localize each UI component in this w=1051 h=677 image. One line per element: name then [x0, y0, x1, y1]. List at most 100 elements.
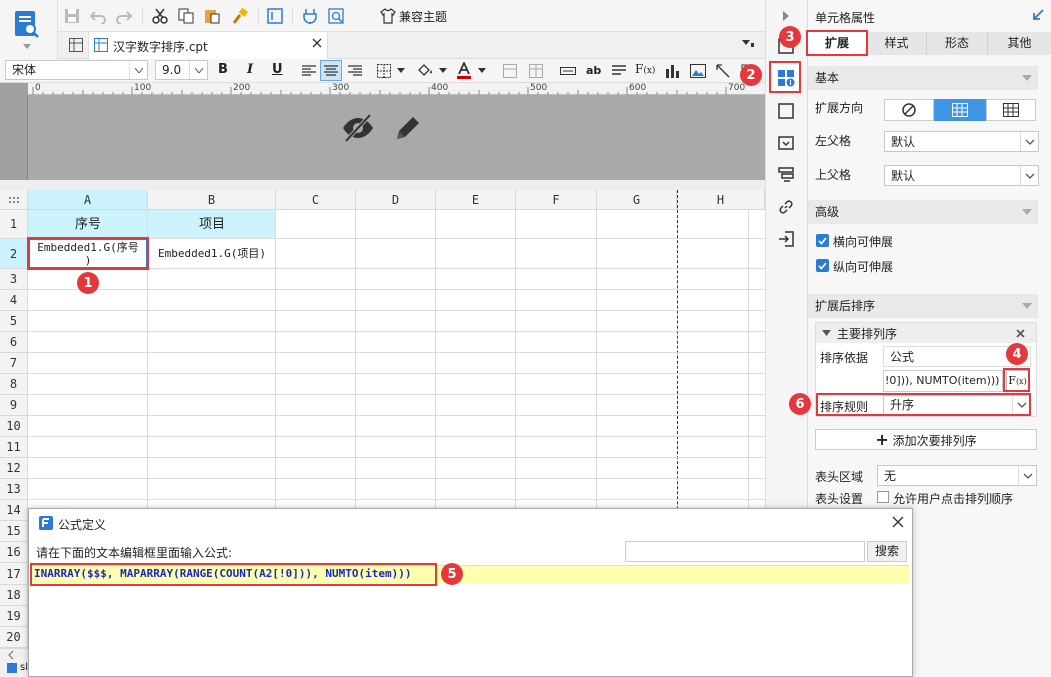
dialog-search-button[interactable]: 搜索 — [867, 541, 907, 562]
row-header-7[interactable]: 7 — [0, 353, 28, 374]
select-all-corner[interactable] — [0, 190, 28, 210]
row-header-4[interactable]: 4 — [0, 290, 28, 311]
format-painter-icon[interactable] — [230, 6, 250, 26]
font-color-dropdown-icon[interactable] — [477, 66, 487, 74]
dialog-close-icon[interactable] — [890, 514, 906, 530]
border-dropdown-icon[interactable] — [396, 66, 406, 74]
hide-eye-icon[interactable] — [338, 110, 378, 146]
row-header-13[interactable]: 13 — [0, 479, 28, 500]
split-cells-icon[interactable] — [526, 61, 546, 81]
row-header-12[interactable]: 12 — [0, 458, 28, 479]
image-icon[interactable] — [688, 61, 708, 81]
col-header-a[interactable]: A — [28, 190, 148, 210]
row-header-3[interactable]: 3 — [0, 269, 28, 290]
logo-dropdown-icon[interactable] — [22, 42, 32, 50]
align-left-icon[interactable] — [299, 61, 319, 81]
col-header-c[interactable]: C — [276, 190, 356, 210]
tab-other[interactable]: 其他 — [988, 32, 1051, 55]
theme-label[interactable]: 兼容主题 — [399, 8, 447, 25]
col-header-b[interactable]: B — [148, 190, 276, 210]
cell-element-icon[interactable] — [775, 100, 797, 122]
sheet-tab-label[interactable]: sl — [20, 662, 28, 673]
main-sort-collapse-icon[interactable] — [820, 327, 832, 339]
dialog-search-input[interactable] — [625, 541, 865, 562]
add-secondary-sort-button[interactable]: + 添加次要排列序 — [815, 429, 1037, 450]
header-area-select[interactable]: 无 — [877, 465, 1037, 486]
row-header-16[interactable]: 16 — [0, 542, 28, 563]
tab-form[interactable]: 形态 — [927, 32, 988, 55]
row-header-8[interactable]: 8 — [0, 374, 28, 395]
scroll-left-icon[interactable] — [4, 648, 18, 662]
direction-none-button[interactable] — [884, 99, 934, 121]
data-import-icon[interactable] — [775, 228, 797, 250]
widget-icon[interactable] — [775, 132, 797, 154]
cell-b1[interactable]: 项目 — [148, 210, 276, 239]
direction-vertical-button[interactable] — [934, 99, 986, 121]
insert-cell-icon[interactable] — [265, 6, 285, 26]
col-header-e[interactable]: E — [436, 190, 516, 210]
close-tab-icon[interactable] — [310, 36, 324, 50]
sort-formula-input[interactable]: !0])), NUMTO(item))) — [883, 370, 1003, 392]
border-icon[interactable] — [374, 61, 394, 81]
tab-menu-icon[interactable] — [740, 36, 756, 50]
merge-cells-icon[interactable] — [500, 61, 520, 81]
edit-pencil-icon[interactable] — [390, 110, 426, 146]
text-abbr-button[interactable]: ab — [586, 64, 601, 77]
align-center-icon[interactable] — [320, 60, 342, 81]
italic-button[interactable]: I — [247, 62, 253, 77]
theme-tshirt-icon[interactable] — [378, 6, 398, 26]
preview-search-icon[interactable] — [326, 6, 346, 26]
row-header-17[interactable]: 17 — [0, 563, 28, 585]
horizontal-expand-checkbox[interactable] — [816, 234, 829, 247]
row-header-11[interactable]: 11 — [0, 437, 28, 458]
row-header-6[interactable]: 6 — [0, 332, 28, 353]
row-header-10[interactable]: 10 — [0, 416, 28, 437]
hyperlink-icon[interactable] — [775, 196, 797, 218]
condition-attributes-icon[interactable] — [775, 164, 797, 186]
main-sort-close-icon[interactable] — [1014, 327, 1026, 339]
direction-horizontal-button[interactable] — [986, 99, 1036, 121]
header-setting-checkbox[interactable] — [877, 491, 889, 503]
row-header-9[interactable]: 9 — [0, 395, 28, 416]
row-header-18[interactable]: 18 — [0, 585, 28, 606]
fill-dropdown-icon[interactable] — [438, 66, 448, 74]
vertical-expand-checkbox[interactable] — [816, 259, 829, 272]
col-header-g[interactable]: G — [597, 190, 677, 210]
font-color-icon[interactable] — [454, 60, 474, 82]
fill-color-icon[interactable] — [414, 61, 436, 81]
copy-icon[interactable] — [176, 6, 196, 26]
cell-b2[interactable]: Embedded1.G(项目) — [148, 239, 276, 269]
row-header-14[interactable]: 14 — [0, 500, 28, 521]
top-parent-select[interactable]: 默认 — [884, 165, 1039, 186]
section-basic[interactable]: 基本 — [808, 66, 1038, 90]
paste-icon[interactable] — [202, 6, 222, 26]
row-header-19[interactable]: 19 — [0, 606, 28, 627]
row-header-2[interactable]: 2 — [0, 239, 28, 269]
col-header-f[interactable]: F — [516, 190, 597, 210]
paragraph-icon[interactable] — [609, 61, 629, 81]
row-header-15[interactable]: 15 — [0, 521, 28, 542]
sheet-grid-icon[interactable] — [66, 35, 86, 55]
template-logo-icon[interactable] — [14, 10, 40, 40]
panel-pin-icon[interactable] — [1030, 7, 1046, 23]
font-select[interactable]: 宋体 — [5, 60, 148, 80]
save-icon[interactable] — [62, 6, 82, 26]
section-advanced[interactable]: 高级 — [808, 200, 1038, 224]
bold-button[interactable]: B — [218, 62, 228, 77]
undo-icon[interactable] — [88, 6, 108, 26]
row-header-20[interactable]: 20 — [0, 627, 28, 648]
align-right-icon[interactable] — [345, 61, 365, 81]
underline-button[interactable]: U — [272, 62, 283, 77]
tab-style[interactable]: 样式 — [867, 32, 927, 55]
section-sort[interactable]: 扩展后排序 — [808, 294, 1038, 318]
row-header-5[interactable]: 5 — [0, 311, 28, 332]
font-size-select[interactable]: 9.0 — [155, 60, 208, 80]
cut-icon[interactable] — [150, 6, 170, 26]
row-header-1[interactable]: 1 — [0, 210, 28, 239]
sheet-icon[interactable] — [6, 662, 18, 674]
cell-a1[interactable]: 序号 — [28, 210, 148, 239]
left-parent-select[interactable]: 默认 — [884, 131, 1039, 152]
col-header-h[interactable]: H — [677, 190, 765, 210]
slash-icon[interactable] — [713, 61, 733, 81]
chart-icon[interactable] — [662, 61, 682, 81]
